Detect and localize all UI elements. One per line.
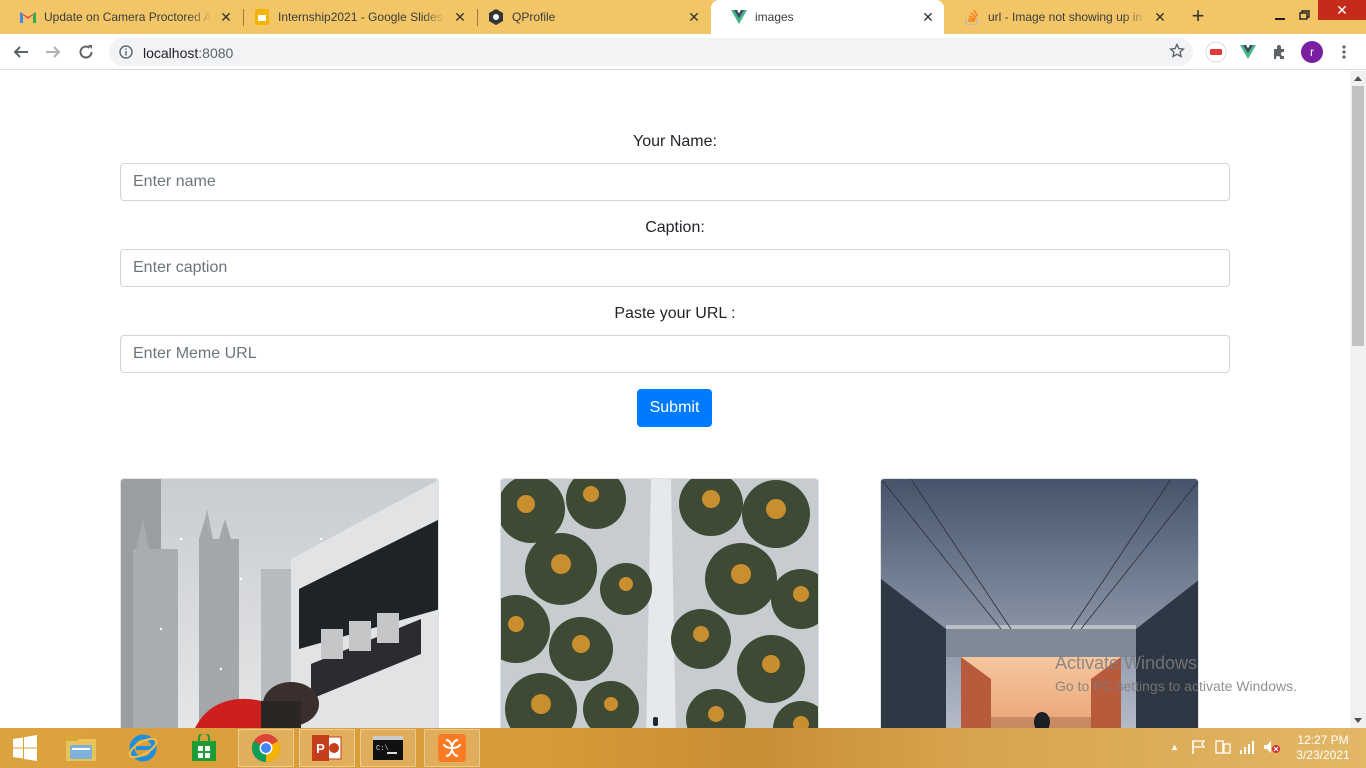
gmail-icon bbox=[20, 9, 36, 25]
close-tab-icon[interactable]: ✕ bbox=[452, 9, 468, 25]
meme-image-photographer-bus bbox=[120, 478, 439, 728]
address-bar[interactable]: localhost:8080 bbox=[109, 38, 1193, 66]
tab-title: Internship2021 - Google Slides bbox=[278, 10, 443, 24]
slides-icon bbox=[254, 9, 270, 25]
chrome-icon[interactable] bbox=[238, 729, 294, 767]
tab-title: images bbox=[755, 10, 794, 24]
xampp-icon[interactable] bbox=[424, 729, 480, 767]
file-explorer-icon[interactable] bbox=[53, 729, 109, 767]
internet-explorer-icon[interactable] bbox=[115, 729, 171, 767]
record-extension-icon[interactable] bbox=[1204, 40, 1228, 64]
site-info-icon[interactable] bbox=[119, 45, 133, 62]
tab-gmail[interactable]: Update on Camera Proctored Assessment ✕ bbox=[0, 0, 242, 34]
scroll-down-arrow-icon[interactable] bbox=[1354, 718, 1362, 723]
vue-devtools-icon[interactable] bbox=[1236, 40, 1260, 64]
name-label: Your Name: bbox=[633, 133, 717, 150]
avatar: r bbox=[1301, 41, 1323, 63]
meme-url-input[interactable] bbox=[120, 335, 1230, 373]
profile-avatar-button[interactable]: r bbox=[1300, 40, 1324, 64]
start-button[interactable] bbox=[0, 729, 50, 767]
page-scrollbar[interactable] bbox=[1350, 71, 1366, 728]
qprofile-icon bbox=[488, 9, 504, 25]
close-tab-icon[interactable]: ✕ bbox=[920, 9, 936, 25]
scrollbar-thumb[interactable] bbox=[1352, 86, 1364, 346]
url-text: localhost:8080 bbox=[143, 45, 233, 61]
activate-windows-watermark: Activate Windows Go to PC settings to ac… bbox=[1055, 653, 1297, 694]
svg-text:P: P bbox=[316, 741, 325, 756]
tab-strip: Update on Camera Proctored Assessment ✕ … bbox=[0, 0, 1366, 34]
stackoverflow-icon bbox=[964, 9, 980, 25]
watermark-title: Activate Windows bbox=[1055, 653, 1198, 673]
show-hidden-icons-icon[interactable]: ▲ bbox=[1170, 742, 1179, 752]
close-tab-icon[interactable]: ✕ bbox=[1152, 9, 1168, 25]
name-input[interactable] bbox=[120, 163, 1230, 201]
url-label: Paste your URL : bbox=[614, 305, 736, 322]
vue-icon bbox=[731, 9, 747, 25]
scroll-up-arrow-icon[interactable] bbox=[1354, 76, 1362, 81]
submit-button[interactable]: Submit bbox=[637, 389, 712, 427]
bookmark-star-icon[interactable] bbox=[1168, 42, 1186, 62]
close-tab-icon[interactable]: ✕ bbox=[218, 9, 234, 25]
watermark-subtitle: Go to PC settings to activate Windows. bbox=[1055, 678, 1297, 694]
tab-title: QProfile bbox=[512, 10, 556, 24]
close-window-button[interactable]: ✕ bbox=[1318, 0, 1366, 20]
page-content: Your Name: Caption: Paste your URL : Sub… bbox=[0, 71, 1350, 728]
svg-text:C:\: C:\ bbox=[376, 745, 389, 753]
device-icon[interactable] bbox=[1215, 740, 1231, 757]
caption-label: Caption: bbox=[645, 219, 705, 236]
store-icon[interactable] bbox=[176, 729, 232, 767]
url-port: :8080 bbox=[198, 45, 234, 61]
tab-stackoverflow[interactable]: url - Image not showing up in React ✕ bbox=[944, 0, 1176, 34]
tab-google-slides[interactable]: Internship2021 - Google Slides ✕ bbox=[234, 0, 476, 34]
chrome-menu-icon[interactable] bbox=[1332, 40, 1356, 64]
close-tab-icon[interactable]: ✕ bbox=[686, 9, 702, 25]
tab-title: Update on Camera Proctored Assessment bbox=[44, 10, 212, 24]
tab-title: url - Image not showing up in React bbox=[988, 10, 1146, 24]
new-tab-button[interactable]: + bbox=[1186, 5, 1210, 29]
reload-button[interactable] bbox=[72, 38, 100, 66]
url-host: localhost bbox=[143, 45, 199, 61]
back-button[interactable] bbox=[7, 38, 35, 66]
extensions-puzzle-icon[interactable] bbox=[1268, 40, 1292, 64]
caption-input[interactable] bbox=[120, 249, 1230, 287]
volume-muted-icon[interactable] bbox=[1263, 740, 1281, 757]
action-center-flag-icon[interactable] bbox=[1191, 740, 1207, 757]
clock-time: 12:27 PM bbox=[1297, 733, 1349, 747]
taskbar-clock[interactable]: 12:27 PM 3/23/2021 bbox=[1292, 733, 1354, 763]
tab-images-active[interactable]: images ✕ bbox=[711, 0, 944, 34]
powerpoint-icon[interactable]: P bbox=[299, 729, 355, 767]
tab-qprofile[interactable]: QProfile ✕ bbox=[468, 0, 710, 34]
browser-toolbar: localhost:8080 r bbox=[0, 34, 1366, 70]
forward-button[interactable] bbox=[39, 38, 67, 66]
network-signal-icon[interactable] bbox=[1239, 740, 1255, 757]
command-prompt-icon[interactable]: C:\ bbox=[360, 729, 416, 767]
windows-taskbar: P C:\ ▲ 12:27 PM 3/23/2021 bbox=[0, 728, 1366, 768]
meme-image-aerial-forest bbox=[500, 478, 819, 728]
clock-date: 3/23/2021 bbox=[1296, 748, 1350, 762]
